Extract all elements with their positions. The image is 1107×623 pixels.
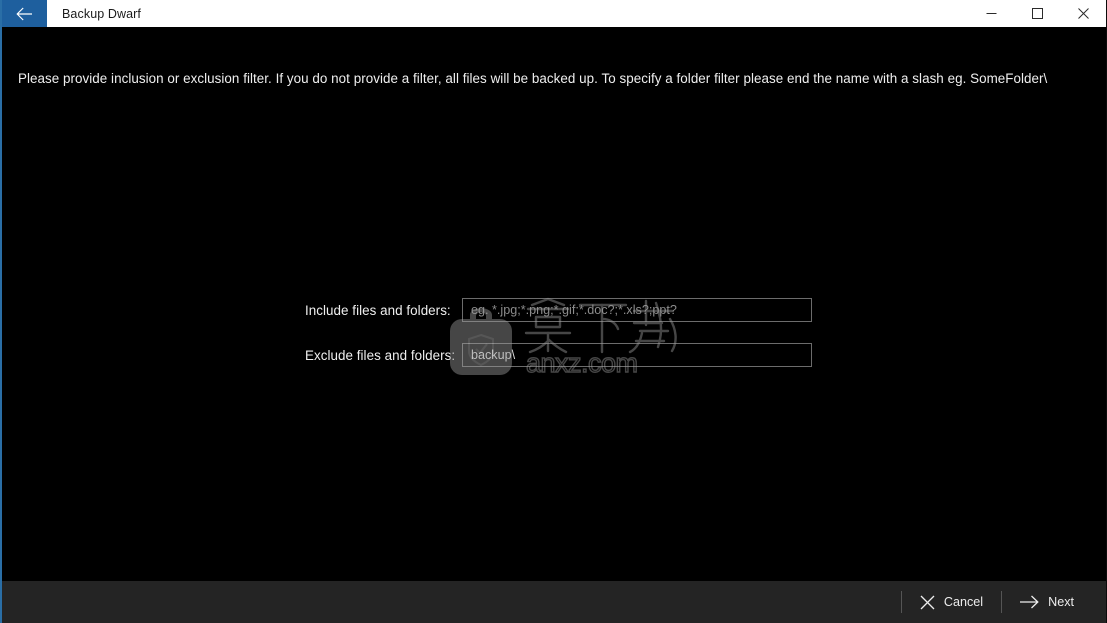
cancel-button-label: Cancel: [943, 595, 984, 609]
arrow-right-icon: [1020, 595, 1039, 609]
close-icon: [1077, 8, 1089, 19]
close-x-icon: [920, 595, 935, 610]
back-button[interactable]: [2, 0, 47, 27]
minimize-icon: [986, 8, 997, 19]
exclude-field-row: Exclude files and folders:: [305, 343, 812, 367]
exclude-files-input[interactable]: [462, 343, 812, 367]
include-files-input[interactable]: [462, 298, 812, 322]
window-controls: [968, 0, 1106, 27]
application-window: Backup Dwarf Please provide inclusion or…: [0, 0, 1107, 623]
include-field-label: Include files and folders:: [305, 302, 451, 318]
minimize-button[interactable]: [968, 0, 1014, 27]
instruction-text: Please provide inclusion or exclusion fi…: [18, 71, 1048, 86]
window-title: Backup Dwarf: [62, 6, 142, 21]
footer-separator-left: [900, 591, 902, 613]
next-button[interactable]: Next: [1004, 589, 1090, 615]
title-bar: Backup Dwarf: [2, 0, 1106, 27]
close-button[interactable]: [1060, 0, 1106, 27]
maximize-icon: [1031, 8, 1043, 19]
next-button-label: Next: [1048, 595, 1074, 609]
cancel-button[interactable]: Cancel: [904, 589, 999, 616]
exclude-field-label: Exclude files and folders:: [305, 347, 456, 363]
filter-form: Include files and folders: Exclude files…: [305, 298, 812, 367]
footer-separator-right: [1001, 591, 1003, 613]
footer-action-bar: Cancel Next: [2, 581, 1106, 623]
maximize-button[interactable]: [1014, 0, 1060, 27]
back-arrow-icon: [16, 7, 33, 21]
include-field-row: Include files and folders:: [305, 298, 812, 322]
content-area: Please provide inclusion or exclusion fi…: [2, 27, 1106, 581]
